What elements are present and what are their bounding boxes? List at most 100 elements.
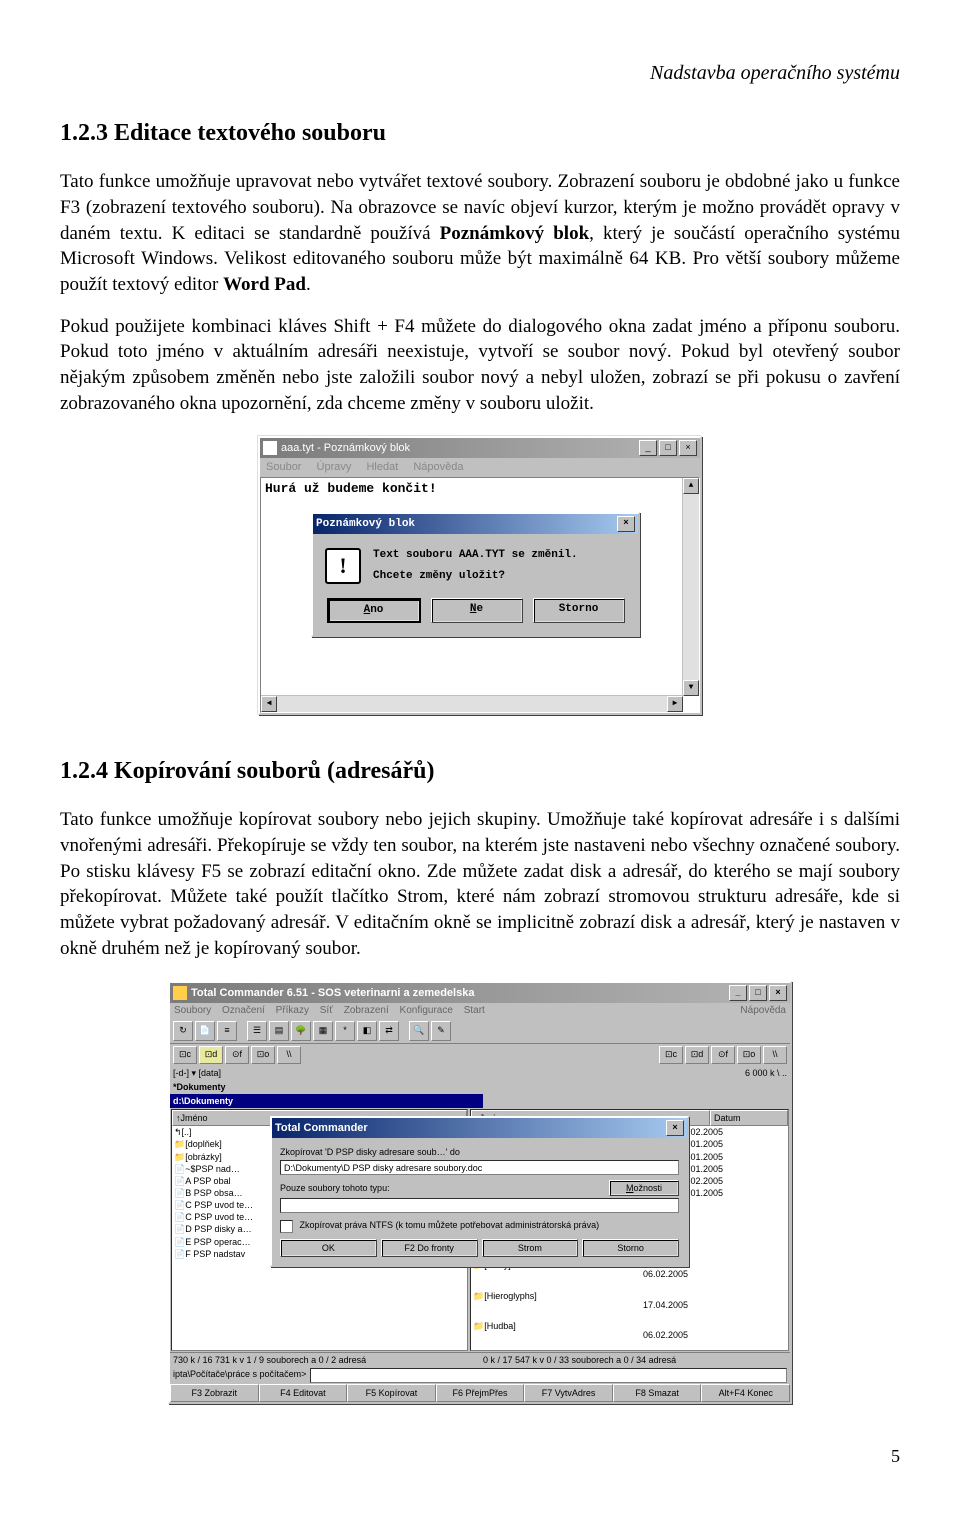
tc-tool-icon[interactable]: * bbox=[335, 1021, 355, 1041]
tc-cmd-prompt: ipta\Počítače\práce s počítačem> bbox=[173, 1368, 310, 1383]
tc-tool-icon[interactable]: ◧ bbox=[357, 1021, 377, 1041]
scroll-up-icon[interactable]: ▲ bbox=[683, 478, 699, 494]
tc-menu-konfigurace[interactable]: Konfigurace bbox=[400, 1005, 453, 1016]
col-date[interactable]: Datum bbox=[710, 1110, 788, 1126]
fn-f8[interactable]: F8 Smazat bbox=[613, 1384, 702, 1402]
notepad-text-area[interactable]: Hurá už budeme končit! Poznámkový blok ×… bbox=[260, 477, 700, 713]
fn-altf4[interactable]: Alt+F4 Konec bbox=[701, 1384, 790, 1402]
dialog-title: Poznámkový blok bbox=[316, 517, 615, 532]
strom-button[interactable]: Strom bbox=[482, 1239, 579, 1257]
fn-f4[interactable]: F4 Editovat bbox=[259, 1384, 348, 1402]
tc-menu-oznaceni[interactable]: Označení bbox=[222, 1005, 265, 1016]
tc-tool-icon[interactable]: ↻ bbox=[173, 1021, 193, 1041]
tc-menu-zobrazeni[interactable]: Zobrazení bbox=[344, 1005, 389, 1016]
menu-upravy[interactable]: Úpravy bbox=[317, 461, 352, 473]
tc-tool-icon[interactable]: 🔍 bbox=[409, 1021, 429, 1041]
no-button[interactable]: Ne bbox=[431, 598, 523, 623]
tc-copy-title: Total Commander bbox=[275, 1121, 664, 1136]
tc-tool-icon[interactable]: ▤ bbox=[269, 1021, 289, 1041]
drive-f-icon[interactable]: ⊙f bbox=[225, 1046, 249, 1064]
tc-tool-icon[interactable]: ☰ bbox=[247, 1021, 267, 1041]
save-changes-dialog: Poznámkový blok × ! Text souboru AAA.TYT… bbox=[311, 512, 640, 637]
drive-d-icon[interactable]: ⊡d bbox=[685, 1046, 709, 1064]
notepad-titlebar[interactable]: aaa.tyt - Poznámkový blok _ □ × bbox=[260, 438, 700, 458]
tc-copy-close-button[interactable]: × bbox=[666, 1120, 684, 1136]
tc-fnbar: F3 Zobrazit F4 Editovat F5 Kopírovat F6 … bbox=[170, 1384, 790, 1402]
scroll-right-icon[interactable]: ▶ bbox=[667, 696, 683, 712]
tc-copy-filter-input[interactable] bbox=[280, 1198, 679, 1213]
tc-toolbar[interactable]: ↻ 📄 ≡ ☰ ▤ 🌳 ▦ * ◧ ⇄ 🔍 ✎ bbox=[170, 1019, 790, 1044]
drive-o-icon[interactable]: ⊡o bbox=[251, 1046, 275, 1064]
tc-tool-icon[interactable]: 🌳 bbox=[291, 1021, 311, 1041]
minimize-button[interactable]: _ bbox=[639, 440, 657, 456]
close-button[interactable]: × bbox=[679, 440, 697, 456]
f2-queue-button[interactable]: F2 Do fronty bbox=[381, 1239, 478, 1257]
fn-f3[interactable]: F3 Zobrazit bbox=[170, 1384, 259, 1402]
vertical-scrollbar[interactable]: ▲ ▼ bbox=[682, 478, 699, 696]
checkbox-icon[interactable] bbox=[280, 1220, 293, 1233]
tc-close-button[interactable]: × bbox=[769, 985, 787, 1001]
tc-drivebar-left[interactable]: ⊡c ⊡d ⊙f ⊡o \\ ⊡c ⊡d ⊙f ⊡o \\ bbox=[170, 1044, 790, 1066]
sec2-para1: Tato funkce umožňuje kopírovat soubory n… bbox=[60, 807, 900, 961]
tc-tool-icon[interactable]: 📄 bbox=[195, 1021, 215, 1041]
tc-menu-napoveda[interactable]: Nápověda bbox=[740, 1005, 786, 1016]
sec1-p1e: . bbox=[306, 274, 311, 295]
drive-d-icon[interactable]: ⊡d bbox=[199, 1046, 223, 1064]
tc-tool-icon[interactable]: ⇄ bbox=[379, 1021, 399, 1041]
dialog-line1: Text souboru AAA.TYT se změnil. bbox=[373, 548, 578, 563]
tc-right-status: 0 k / 17 547 k v 0 / 33 souborech a 0 / … bbox=[480, 1352, 790, 1367]
table-row[interactable]: 📁[Hieroglyphs]17.04.2005 bbox=[471, 1290, 788, 1320]
tc-tool-icon[interactable]: ≡ bbox=[217, 1021, 237, 1041]
menu-soubor[interactable]: Soubor bbox=[266, 461, 301, 473]
drive-c-icon[interactable]: ⊡c bbox=[173, 1046, 197, 1064]
maximize-button[interactable]: □ bbox=[659, 440, 677, 456]
sec1-p1b: Poznámkový blok bbox=[440, 223, 590, 244]
drive-net-icon[interactable]: \\ bbox=[763, 1046, 787, 1064]
menu-hledat[interactable]: Hledat bbox=[366, 461, 398, 473]
tc-copy-titlebar[interactable]: Total Commander × bbox=[272, 1118, 687, 1138]
table-row[interactable]: 📁[Hudba]06.02.2005 bbox=[471, 1320, 788, 1350]
tc-menu-prikazy[interactable]: Příkazy bbox=[276, 1005, 309, 1016]
tc-titlebar[interactable]: Total Commander 6.51 - SOS veterinarni a… bbox=[170, 983, 790, 1003]
tc-left-tab[interactable]: *Dokumenty bbox=[170, 1080, 483, 1094]
page-number: 5 bbox=[60, 1444, 900, 1468]
tc-left-diskline[interactable]: [-d-] ▾ [data] bbox=[170, 1066, 480, 1080]
storno-button[interactable]: Storno bbox=[533, 598, 625, 623]
tc-window: Total Commander 6.51 - SOS veterinarni a… bbox=[168, 981, 792, 1404]
storno-button[interactable]: Storno bbox=[582, 1239, 679, 1257]
scroll-left-icon[interactable]: ◀ bbox=[261, 696, 277, 712]
tc-app-icon bbox=[173, 986, 187, 1000]
drive-net-icon[interactable]: \\ bbox=[277, 1046, 301, 1064]
fn-f7[interactable]: F7 VytvAdres bbox=[524, 1384, 613, 1402]
dialog-close-button[interactable]: × bbox=[617, 516, 635, 532]
tc-tool-icon[interactable]: ▦ bbox=[313, 1021, 333, 1041]
dialog-titlebar[interactable]: Poznámkový blok × bbox=[313, 514, 638, 534]
tc-copy-target-input[interactable]: D:\Dokumenty\D PSP disky adresare soubor… bbox=[280, 1160, 679, 1175]
ok-button[interactable]: OK bbox=[280, 1239, 377, 1257]
tc-menubar[interactable]: Soubory Označení Příkazy Síť Zobrazení K… bbox=[170, 1003, 790, 1019]
horizontal-scrollbar[interactable]: ◀ ▶ bbox=[261, 695, 683, 712]
tc-left-path[interactable]: d:\Dokumenty bbox=[170, 1094, 483, 1108]
yes-button[interactable]: Ano bbox=[327, 598, 421, 623]
tc-copy-ntfs-row[interactable]: Zkopírovat práva NTFS (k tomu můžete pot… bbox=[280, 1219, 679, 1232]
tc-menu-start[interactable]: Start bbox=[464, 1005, 485, 1016]
scroll-down-icon[interactable]: ▼ bbox=[683, 680, 699, 696]
notepad-menubar[interactable]: Soubor Úpravy Hledat Nápověda bbox=[260, 458, 700, 477]
fn-f5[interactable]: F5 Kopírovat bbox=[347, 1384, 436, 1402]
tc-tool-icon[interactable]: ✎ bbox=[431, 1021, 451, 1041]
section-1-2-3-title: 1.2.3 Editace textového souboru bbox=[60, 117, 900, 149]
tc-menu-soubory[interactable]: Soubory bbox=[174, 1005, 211, 1016]
menu-napoveda[interactable]: Nápověda bbox=[413, 461, 463, 473]
tc-minimize-button[interactable]: _ bbox=[729, 985, 747, 1001]
drive-c-icon[interactable]: ⊡c bbox=[659, 1046, 683, 1064]
drive-o-icon[interactable]: ⊡o bbox=[737, 1046, 761, 1064]
fn-f6[interactable]: F6 PřejmPřes bbox=[436, 1384, 525, 1402]
tc-cmd-input[interactable] bbox=[310, 1368, 787, 1383]
drive-f-icon[interactable]: ⊙f bbox=[711, 1046, 735, 1064]
moznosti-button[interactable]: Možnosti bbox=[609, 1180, 679, 1196]
sec1-para1: Tato funkce umožňuje upravovat nebo vytv… bbox=[60, 169, 900, 297]
tc-menu-sit[interactable]: Síť bbox=[320, 1005, 333, 1016]
tc-maximize-button[interactable]: □ bbox=[749, 985, 767, 1001]
tc-cmdline[interactable]: ipta\Počítače\práce s počítačem> bbox=[170, 1367, 790, 1384]
notepad-title-text: aaa.tyt - Poznámkový blok bbox=[281, 441, 637, 456]
